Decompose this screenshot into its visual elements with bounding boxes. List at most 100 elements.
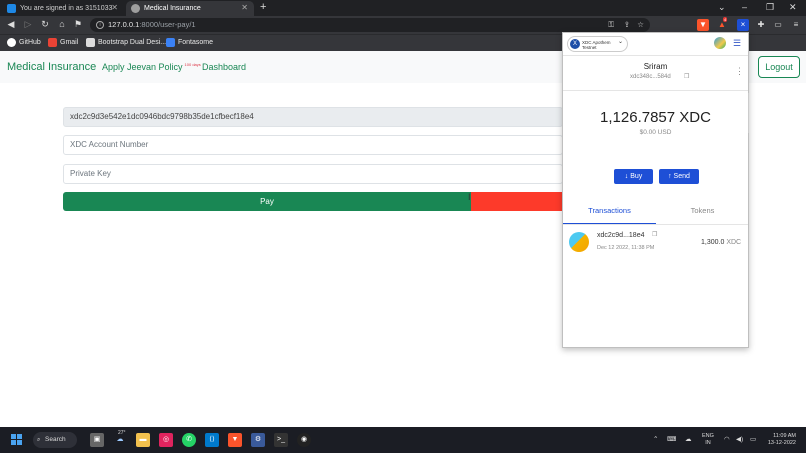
amount-value: 1,300.0 <box>701 239 725 246</box>
url-path: :8000/user-pay/1 <box>139 20 196 29</box>
url-host: 127.0.0.1 <box>108 20 140 29</box>
minimize-button[interactable]: – <box>742 2 747 12</box>
transaction-address[interactable]: xdc2c9d...18e4 <box>597 232 644 239</box>
xdcpay-wallet-popup: X XDC Apothem Testnet ⌄ ☰ Sriram xdc348c… <box>562 32 749 348</box>
bookmark-github[interactable]: GitHub <box>7 38 41 47</box>
forward-icon[interactable]: ▷ <box>22 19 34 30</box>
settings-icon[interactable]: ⚙ <box>251 433 265 447</box>
copy-icon[interactable]: ❐ <box>684 73 689 80</box>
home-icon[interactable]: ⌂ <box>56 19 68 29</box>
language-indicator[interactable]: ENG IN <box>702 433 714 446</box>
close-icon[interactable]: ✕ <box>241 3 248 12</box>
nav-apply-policy[interactable]: Apply Jeevan Policy 100 days <box>102 62 201 72</box>
weather-temp: 27° <box>118 430 126 436</box>
site-info-icon[interactable]: i <box>96 21 104 29</box>
onedrive-icon[interactable]: ☁ <box>685 435 692 443</box>
star-icon[interactable]: ☆ <box>637 18 644 32</box>
keyboard-icon[interactable]: ⌨ <box>667 435 676 443</box>
wifi-icon[interactable]: ◠ <box>724 435 730 443</box>
file-explorer-icon[interactable]: ▬ <box>136 433 150 447</box>
lang-line: IN <box>705 439 711 446</box>
network-selector[interactable]: X XDC Apothem Testnet ⌄ <box>567 36 628 52</box>
tab-transactions[interactable]: Transactions <box>563 206 656 215</box>
date: 13-12-2022 <box>767 440 796 446</box>
share-icon[interactable]: ⇪ <box>624 18 630 32</box>
maximize-button[interactable]: ❐ <box>766 2 774 13</box>
bookmark-fontasome[interactable]: Fontasome <box>166 38 213 47</box>
transaction-avatar <box>569 232 589 252</box>
tab-search-chevron-icon[interactable]: ⌄ <box>718 2 726 13</box>
tab-label: Medical Insurance <box>144 5 201 12</box>
wallet-icon[interactable]: ▭ <box>772 19 784 31</box>
divider <box>563 90 748 91</box>
transaction-date: Dec 12 2022, 11:38 PM <box>597 245 655 251</box>
xdc-account-input[interactable]: XDC Account Number <box>63 135 563 155</box>
pay-button[interactable]: Pay <box>63 192 471 211</box>
brand-link[interactable]: Medical Insurance <box>7 61 96 73</box>
key-icon[interactable]: ⚿ <box>608 18 614 32</box>
amount-unit: XDC <box>726 239 742 246</box>
brave-rewards-icon[interactable]: ▲ 4 <box>716 17 728 31</box>
recipient-address-field[interactable]: xdc2c9d3e542e1dc0946bdc9798b35de1cfbecf1… <box>63 107 563 127</box>
close-icon[interactable]: ✕ <box>111 3 118 12</box>
account-avatar[interactable] <box>714 37 726 49</box>
bookmark-bootstrap[interactable]: Bootstrap Dual Desi... <box>86 38 166 47</box>
new-tab-button[interactable]: + <box>260 1 266 13</box>
copy-icon[interactable]: ❐ <box>652 231 657 238</box>
show-hidden-icons-icon[interactable]: ⌃ <box>653 435 658 443</box>
github-desktop-icon[interactable]: ◉ <box>297 433 311 447</box>
search-icon: ⌕ <box>37 437 41 443</box>
extensions-puzzle-icon[interactable]: ✚ <box>755 19 767 31</box>
transaction-amount: 1,300.0 XDC <box>701 239 741 246</box>
instagram-icon[interactable]: ◎ <box>159 433 173 447</box>
scrollbar[interactable] <box>748 93 749 133</box>
private-key-input[interactable]: Private Key <box>63 164 563 184</box>
lang-line: ENG <box>702 433 714 439</box>
windows-start-icon[interactable] <box>11 434 23 446</box>
balance-amount: 1,126.7857 XDC <box>600 109 711 126</box>
bookmark-label: Gmail <box>60 39 79 46</box>
xdcpay-extension-icon[interactable]: × <box>737 19 749 31</box>
tab-medical-insurance[interactable]: Medical Insurance ✕ <box>126 1 254 16</box>
brave-icon[interactable]: ▼ <box>228 433 242 447</box>
more-options-icon[interactable]: ⋮ <box>735 66 744 77</box>
menu-icon[interactable]: ≡ <box>790 19 802 31</box>
clock[interactable]: 11:09 AM 13-12-2022 <box>764 433 796 447</box>
address-bar[interactable]: i 127.0.0.1:8000/user-pay/1 ⚿ ⇪ ☆ <box>90 18 650 32</box>
brave-shields-icon[interactable]: ▼ <box>697 19 709 31</box>
buy-button[interactable]: ↓ Buy <box>614 169 653 184</box>
tab-label: You are signed in as 3151033 <box>20 5 113 12</box>
tab-favicon-icon <box>131 4 140 13</box>
bootstrap-icon <box>86 38 95 47</box>
hamburger-menu-icon[interactable]: ☰ <box>733 38 741 49</box>
account-name: Sriram <box>643 62 668 71</box>
windows-taskbar: ⌕ Search ▣ ☁ 27° ▬ ◎ ✆ ⟨⟩ ▼ ⚙ >_ ◉ ⌃ ⌨ ☁ … <box>0 427 806 453</box>
chevron-down-icon: ⌄ <box>617 39 623 45</box>
window-close-button[interactable]: ✕ <box>789 2 797 13</box>
vscode-icon[interactable]: ⟨⟩ <box>205 433 219 447</box>
browser-tab-strip: You are signed in as 3151033 ✕ Medical I… <box>0 0 806 16</box>
bookmark-gmail[interactable]: Gmail <box>48 38 78 47</box>
bookmark-icon[interactable]: ⚑ <box>72 19 84 30</box>
send-button[interactable]: ↑ Send <box>659 169 699 184</box>
volume-icon[interactable]: ◀) <box>736 435 743 443</box>
nav-dashboard[interactable]: Dashboard <box>202 62 246 72</box>
tab-tokens[interactable]: Tokens <box>656 206 749 215</box>
tab-signed-in[interactable]: You are signed in as 3151033 ✕ <box>2 1 124 16</box>
send-label: Send <box>673 173 690 180</box>
divider <box>563 55 748 56</box>
logout-button[interactable]: Logout <box>758 56 800 78</box>
back-icon[interactable]: ◀ <box>5 19 17 30</box>
buy-label: Buy <box>630 173 643 180</box>
terminal-icon[interactable]: >_ <box>274 433 288 447</box>
bookmark-label: Bootstrap Dual Desi... <box>98 39 167 46</box>
battery-icon[interactable]: ▭ <box>750 435 756 443</box>
whatsapp-icon[interactable]: ✆ <box>182 433 196 447</box>
task-view-icon[interactable]: ▣ <box>90 433 104 447</box>
notification-badge: 4 <box>723 17 728 22</box>
time: 11:09 AM <box>773 433 796 439</box>
taskbar-search[interactable]: ⌕ Search <box>33 432 77 448</box>
account-address: xdc348c...584d <box>630 74 671 80</box>
reload-icon[interactable]: ↻ <box>39 19 51 30</box>
search-label: Search <box>45 436 66 443</box>
